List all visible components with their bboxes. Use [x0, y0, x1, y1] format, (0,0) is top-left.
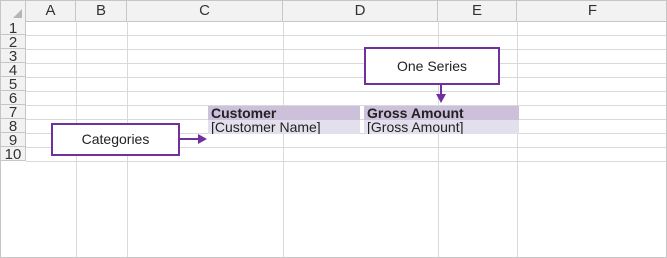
- series-arrow-head-icon: [436, 94, 446, 103]
- callout-categories: Categories: [51, 123, 180, 156]
- callout-one-series: One Series: [364, 47, 500, 85]
- categories-arrow-head-icon: [198, 134, 207, 144]
